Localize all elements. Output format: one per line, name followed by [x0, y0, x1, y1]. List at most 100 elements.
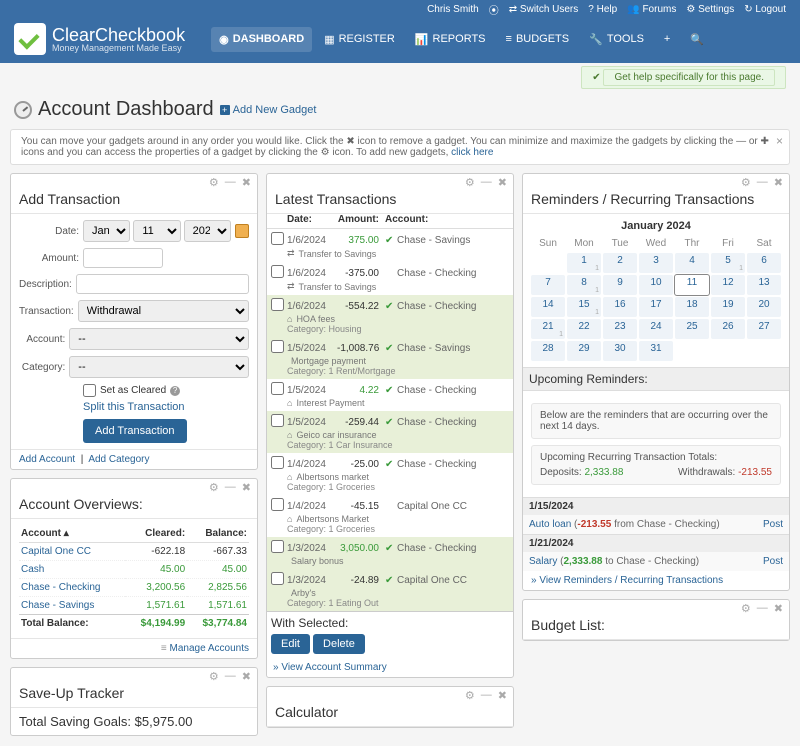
- date-day-select[interactable]: 11: [133, 220, 180, 242]
- row-checkbox[interactable]: [271, 382, 284, 395]
- calendar-day[interactable]: 7: [531, 275, 565, 295]
- help-icon[interactable]: ?: [170, 386, 180, 396]
- info-link[interactable]: click here: [451, 147, 493, 158]
- close-icon[interactable]: ✖: [242, 176, 251, 189]
- nav-add[interactable]: +: [656, 27, 678, 52]
- add-account-link[interactable]: Add Account: [19, 454, 75, 465]
- view-reminders-link[interactable]: » View Reminders / Recurring Transaction…: [531, 575, 723, 586]
- account-link[interactable]: Cash: [21, 564, 44, 575]
- row-checkbox[interactable]: [271, 265, 284, 278]
- gear-icon[interactable]: ⚙: [209, 481, 219, 494]
- page-help-link[interactable]: ✔ Get help specifically for this page.: [581, 66, 786, 89]
- calendar-day[interactable]: 16: [603, 297, 637, 317]
- delete-button[interactable]: Delete: [313, 634, 365, 654]
- gear-icon[interactable]: ⚙: [741, 602, 751, 615]
- calendar-day[interactable]: 23: [603, 319, 637, 339]
- account-link[interactable]: Chase - Checking: [21, 582, 100, 593]
- gear-icon[interactable]: ⚙: [465, 689, 475, 702]
- gear-icon[interactable]: ⚙: [465, 176, 475, 189]
- calendar-day[interactable]: 11: [675, 275, 709, 295]
- calendar-day[interactable]: 4: [675, 253, 709, 273]
- calendar-day[interactable]: 31: [639, 341, 673, 361]
- user-name[interactable]: Chris Smith: [427, 4, 479, 15]
- calendar-day[interactable]: 10: [639, 275, 673, 295]
- calendar-day[interactable]: 6: [747, 253, 781, 273]
- calendar-icon[interactable]: [235, 224, 249, 238]
- calendar-day[interactable]: 1: [567, 253, 601, 273]
- logo[interactable]: ClearCheckbook Money Management Made Eas…: [14, 23, 185, 55]
- close-icon[interactable]: ✖: [774, 602, 783, 615]
- nav-budgets[interactable]: ≡BUDGETS: [498, 27, 578, 52]
- minimize-icon[interactable]: —: [481, 176, 492, 189]
- calendar-day[interactable]: 15: [567, 297, 601, 317]
- help-link[interactable]: ? Help: [588, 4, 617, 15]
- row-checkbox[interactable]: [271, 498, 284, 511]
- add-category-link[interactable]: Add Category: [88, 454, 149, 465]
- calendar-day[interactable]: 19: [711, 297, 745, 317]
- split-transaction-link[interactable]: Split this Transaction: [83, 401, 185, 413]
- minimize-icon[interactable]: —: [225, 176, 236, 189]
- nav-dashboard[interactable]: ◉DASHBOARD: [211, 27, 312, 52]
- reminder-name-link[interactable]: Auto loan: [529, 519, 571, 530]
- nav-reports[interactable]: 📊REPORTS: [407, 27, 494, 52]
- minimize-icon[interactable]: —: [225, 481, 236, 494]
- minimize-icon[interactable]: —: [481, 689, 492, 702]
- row-checkbox[interactable]: [271, 572, 284, 585]
- account-select[interactable]: --: [69, 328, 249, 350]
- row-checkbox[interactable]: [271, 540, 284, 553]
- calendar-day[interactable]: 18: [675, 297, 709, 317]
- add-transaction-button[interactable]: Add Transaction: [83, 419, 187, 443]
- nav-search[interactable]: 🔍: [682, 27, 712, 52]
- close-icon[interactable]: ✖: [498, 176, 507, 189]
- amount-input[interactable]: [83, 248, 163, 268]
- nav-register[interactable]: ▦REGISTER: [316, 27, 403, 52]
- calendar-day[interactable]: 27: [747, 319, 781, 339]
- calendar-day[interactable]: 20: [747, 297, 781, 317]
- minimize-icon[interactable]: —: [757, 176, 768, 189]
- calendar-day[interactable]: 14: [531, 297, 565, 317]
- edit-button[interactable]: Edit: [271, 634, 310, 654]
- nav-tools[interactable]: 🔧TOOLS: [581, 27, 652, 52]
- forums-link[interactable]: 👥 Forums: [627, 4, 676, 15]
- calendar-day[interactable]: 17: [639, 297, 673, 317]
- row-checkbox[interactable]: [271, 232, 284, 245]
- gear-icon[interactable]: ⚙: [209, 670, 219, 683]
- calendar-day[interactable]: 9: [603, 275, 637, 295]
- category-select[interactable]: --: [69, 356, 249, 378]
- gear-icon[interactable]: ⚙: [209, 176, 219, 189]
- account-link[interactable]: Capital One CC: [21, 546, 91, 557]
- post-link[interactable]: Post: [763, 519, 783, 530]
- row-checkbox[interactable]: [271, 414, 284, 427]
- col-account[interactable]: Account ▴: [19, 525, 125, 543]
- account-link[interactable]: Chase - Savings: [21, 600, 94, 611]
- calendar-day[interactable]: 24: [639, 319, 673, 339]
- calendar-day[interactable]: 26: [711, 319, 745, 339]
- row-checkbox[interactable]: [271, 456, 284, 469]
- post-link[interactable]: Post: [763, 556, 783, 567]
- switch-users-link[interactable]: ⇄ Switch Users: [509, 4, 579, 15]
- calendar-day[interactable]: 30: [603, 341, 637, 361]
- close-icon[interactable]: ✖: [498, 689, 507, 702]
- calendar-day[interactable]: 29: [567, 341, 601, 361]
- calendar-day[interactable]: 12: [711, 275, 745, 295]
- calendar-day[interactable]: 3: [639, 253, 673, 273]
- settings-link[interactable]: ⚙ Settings: [686, 4, 734, 15]
- calendar-day[interactable]: 21: [531, 319, 565, 339]
- reminder-name-link[interactable]: Salary: [529, 556, 557, 567]
- manage-accounts-link[interactable]: Manage Accounts: [170, 643, 250, 654]
- row-checkbox[interactable]: [271, 340, 284, 353]
- calendar-day[interactable]: 8: [567, 275, 601, 295]
- close-icon[interactable]: ✖: [242, 481, 251, 494]
- close-icon[interactable]: ✖: [774, 176, 783, 189]
- transaction-type-select[interactable]: Withdrawal: [78, 300, 249, 322]
- calendar-day[interactable]: 13: [747, 275, 781, 295]
- close-icon[interactable]: ✖: [242, 670, 251, 683]
- calendar-day[interactable]: 5: [711, 253, 745, 273]
- calendar-day[interactable]: 22: [567, 319, 601, 339]
- view-summary-link[interactable]: » View Account Summary: [273, 662, 387, 673]
- set-cleared-checkbox[interactable]: [83, 384, 96, 397]
- calendar-day[interactable]: 28: [531, 341, 565, 361]
- date-month-select[interactable]: Jan: [83, 220, 130, 242]
- minimize-icon[interactable]: —: [225, 670, 236, 683]
- gear-icon[interactable]: ⚙: [741, 176, 751, 189]
